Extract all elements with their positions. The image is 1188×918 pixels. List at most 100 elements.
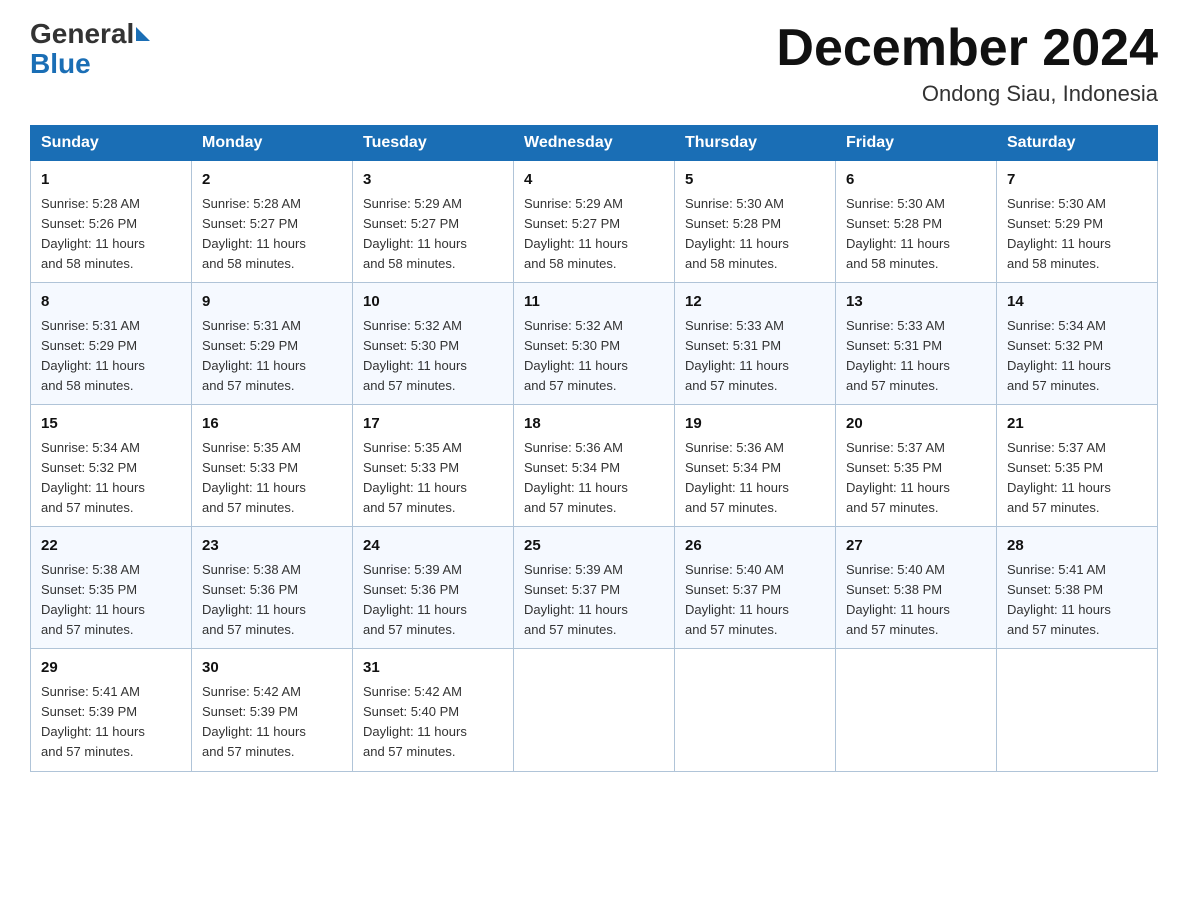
day-info: Sunrise: 5:30 AM Sunset: 5:28 PM Dayligh… — [685, 194, 825, 275]
col-wednesday: Wednesday — [514, 126, 675, 161]
day-number: 30 — [202, 657, 342, 680]
day-number: 18 — [524, 413, 664, 436]
page-header: General Blue December 2024 Ondong Siau, … — [30, 20, 1158, 107]
day-number: 5 — [685, 169, 825, 192]
day-info: Sunrise: 5:33 AM Sunset: 5:31 PM Dayligh… — [846, 316, 986, 397]
calendar-week-row: 22 Sunrise: 5:38 AM Sunset: 5:35 PM Dayl… — [31, 527, 1158, 649]
calendar-cell: 23 Sunrise: 5:38 AM Sunset: 5:36 PM Dayl… — [192, 527, 353, 649]
day-number: 23 — [202, 535, 342, 558]
calendar-cell: 17 Sunrise: 5:35 AM Sunset: 5:33 PM Dayl… — [353, 405, 514, 527]
day-info: Sunrise: 5:28 AM Sunset: 5:26 PM Dayligh… — [41, 194, 181, 275]
day-number: 14 — [1007, 291, 1147, 314]
day-number: 4 — [524, 169, 664, 192]
title-section: December 2024 Ondong Siau, Indonesia — [776, 20, 1158, 107]
day-info: Sunrise: 5:41 AM Sunset: 5:39 PM Dayligh… — [41, 682, 181, 763]
day-number: 26 — [685, 535, 825, 558]
day-number: 20 — [846, 413, 986, 436]
day-number: 15 — [41, 413, 181, 436]
calendar-cell: 31 Sunrise: 5:42 AM Sunset: 5:40 PM Dayl… — [353, 649, 514, 771]
location-label: Ondong Siau, Indonesia — [776, 81, 1158, 107]
day-info: Sunrise: 5:37 AM Sunset: 5:35 PM Dayligh… — [846, 438, 986, 519]
day-number: 11 — [524, 291, 664, 314]
day-info: Sunrise: 5:32 AM Sunset: 5:30 PM Dayligh… — [524, 316, 664, 397]
calendar-cell: 5 Sunrise: 5:30 AM Sunset: 5:28 PM Dayli… — [675, 161, 836, 283]
month-title: December 2024 — [776, 20, 1158, 77]
calendar-week-row: 15 Sunrise: 5:34 AM Sunset: 5:32 PM Dayl… — [31, 405, 1158, 527]
day-info: Sunrise: 5:29 AM Sunset: 5:27 PM Dayligh… — [524, 194, 664, 275]
day-info: Sunrise: 5:42 AM Sunset: 5:40 PM Dayligh… — [363, 682, 503, 763]
logo-general-text: General — [30, 20, 134, 48]
day-number: 22 — [41, 535, 181, 558]
col-sunday: Sunday — [31, 126, 192, 161]
logo: General Blue — [30, 20, 152, 80]
calendar-cell: 28 Sunrise: 5:41 AM Sunset: 5:38 PM Dayl… — [997, 527, 1158, 649]
calendar-cell: 3 Sunrise: 5:29 AM Sunset: 5:27 PM Dayli… — [353, 161, 514, 283]
day-info: Sunrise: 5:34 AM Sunset: 5:32 PM Dayligh… — [1007, 316, 1147, 397]
calendar-cell: 14 Sunrise: 5:34 AM Sunset: 5:32 PM Dayl… — [997, 283, 1158, 405]
col-tuesday: Tuesday — [353, 126, 514, 161]
calendar-cell: 4 Sunrise: 5:29 AM Sunset: 5:27 PM Dayli… — [514, 161, 675, 283]
day-info: Sunrise: 5:40 AM Sunset: 5:37 PM Dayligh… — [685, 560, 825, 641]
calendar-cell — [675, 649, 836, 771]
day-number: 2 — [202, 169, 342, 192]
day-info: Sunrise: 5:38 AM Sunset: 5:35 PM Dayligh… — [41, 560, 181, 641]
day-info: Sunrise: 5:32 AM Sunset: 5:30 PM Dayligh… — [363, 316, 503, 397]
day-number: 10 — [363, 291, 503, 314]
calendar-week-row: 29 Sunrise: 5:41 AM Sunset: 5:39 PM Dayl… — [31, 649, 1158, 771]
day-info: Sunrise: 5:35 AM Sunset: 5:33 PM Dayligh… — [202, 438, 342, 519]
day-number: 19 — [685, 413, 825, 436]
calendar-cell: 12 Sunrise: 5:33 AM Sunset: 5:31 PM Dayl… — [675, 283, 836, 405]
day-number: 9 — [202, 291, 342, 314]
calendar-cell: 27 Sunrise: 5:40 AM Sunset: 5:38 PM Dayl… — [836, 527, 997, 649]
calendar-cell: 29 Sunrise: 5:41 AM Sunset: 5:39 PM Dayl… — [31, 649, 192, 771]
calendar-cell: 22 Sunrise: 5:38 AM Sunset: 5:35 PM Dayl… — [31, 527, 192, 649]
day-number: 21 — [1007, 413, 1147, 436]
calendar-cell: 10 Sunrise: 5:32 AM Sunset: 5:30 PM Dayl… — [353, 283, 514, 405]
calendar-cell: 7 Sunrise: 5:30 AM Sunset: 5:29 PM Dayli… — [997, 161, 1158, 283]
day-info: Sunrise: 5:41 AM Sunset: 5:38 PM Dayligh… — [1007, 560, 1147, 641]
day-info: Sunrise: 5:39 AM Sunset: 5:37 PM Dayligh… — [524, 560, 664, 641]
calendar-week-row: 8 Sunrise: 5:31 AM Sunset: 5:29 PM Dayli… — [31, 283, 1158, 405]
calendar-cell: 20 Sunrise: 5:37 AM Sunset: 5:35 PM Dayl… — [836, 405, 997, 527]
day-number: 3 — [363, 169, 503, 192]
day-info: Sunrise: 5:38 AM Sunset: 5:36 PM Dayligh… — [202, 560, 342, 641]
day-info: Sunrise: 5:30 AM Sunset: 5:28 PM Dayligh… — [846, 194, 986, 275]
calendar-cell: 15 Sunrise: 5:34 AM Sunset: 5:32 PM Dayl… — [31, 405, 192, 527]
logo-triangle-icon — [136, 27, 150, 41]
calendar-cell — [836, 649, 997, 771]
day-info: Sunrise: 5:31 AM Sunset: 5:29 PM Dayligh… — [41, 316, 181, 397]
calendar-cell — [997, 649, 1158, 771]
day-number: 8 — [41, 291, 181, 314]
calendar-cell: 24 Sunrise: 5:39 AM Sunset: 5:36 PM Dayl… — [353, 527, 514, 649]
day-info: Sunrise: 5:31 AM Sunset: 5:29 PM Dayligh… — [202, 316, 342, 397]
day-info: Sunrise: 5:33 AM Sunset: 5:31 PM Dayligh… — [685, 316, 825, 397]
logo-blue-text: Blue — [30, 48, 91, 79]
calendar-cell: 19 Sunrise: 5:36 AM Sunset: 5:34 PM Dayl… — [675, 405, 836, 527]
header-row: Sunday Monday Tuesday Wednesday Thursday… — [31, 126, 1158, 161]
col-thursday: Thursday — [675, 126, 836, 161]
calendar-cell: 9 Sunrise: 5:31 AM Sunset: 5:29 PM Dayli… — [192, 283, 353, 405]
day-info: Sunrise: 5:36 AM Sunset: 5:34 PM Dayligh… — [524, 438, 664, 519]
day-number: 25 — [524, 535, 664, 558]
calendar-cell — [514, 649, 675, 771]
calendar-cell: 30 Sunrise: 5:42 AM Sunset: 5:39 PM Dayl… — [192, 649, 353, 771]
day-info: Sunrise: 5:39 AM Sunset: 5:36 PM Dayligh… — [363, 560, 503, 641]
day-number: 13 — [846, 291, 986, 314]
day-info: Sunrise: 5:37 AM Sunset: 5:35 PM Dayligh… — [1007, 438, 1147, 519]
calendar-cell: 25 Sunrise: 5:39 AM Sunset: 5:37 PM Dayl… — [514, 527, 675, 649]
day-number: 17 — [363, 413, 503, 436]
day-number: 28 — [1007, 535, 1147, 558]
day-number: 29 — [41, 657, 181, 680]
calendar-week-row: 1 Sunrise: 5:28 AM Sunset: 5:26 PM Dayli… — [31, 161, 1158, 283]
day-number: 12 — [685, 291, 825, 314]
calendar-cell: 16 Sunrise: 5:35 AM Sunset: 5:33 PM Dayl… — [192, 405, 353, 527]
calendar-cell: 8 Sunrise: 5:31 AM Sunset: 5:29 PM Dayli… — [31, 283, 192, 405]
day-info: Sunrise: 5:35 AM Sunset: 5:33 PM Dayligh… — [363, 438, 503, 519]
calendar-cell: 2 Sunrise: 5:28 AM Sunset: 5:27 PM Dayli… — [192, 161, 353, 283]
day-info: Sunrise: 5:29 AM Sunset: 5:27 PM Dayligh… — [363, 194, 503, 275]
calendar-cell: 6 Sunrise: 5:30 AM Sunset: 5:28 PM Dayli… — [836, 161, 997, 283]
day-info: Sunrise: 5:42 AM Sunset: 5:39 PM Dayligh… — [202, 682, 342, 763]
col-friday: Friday — [836, 126, 997, 161]
col-saturday: Saturday — [997, 126, 1158, 161]
day-number: 1 — [41, 169, 181, 192]
